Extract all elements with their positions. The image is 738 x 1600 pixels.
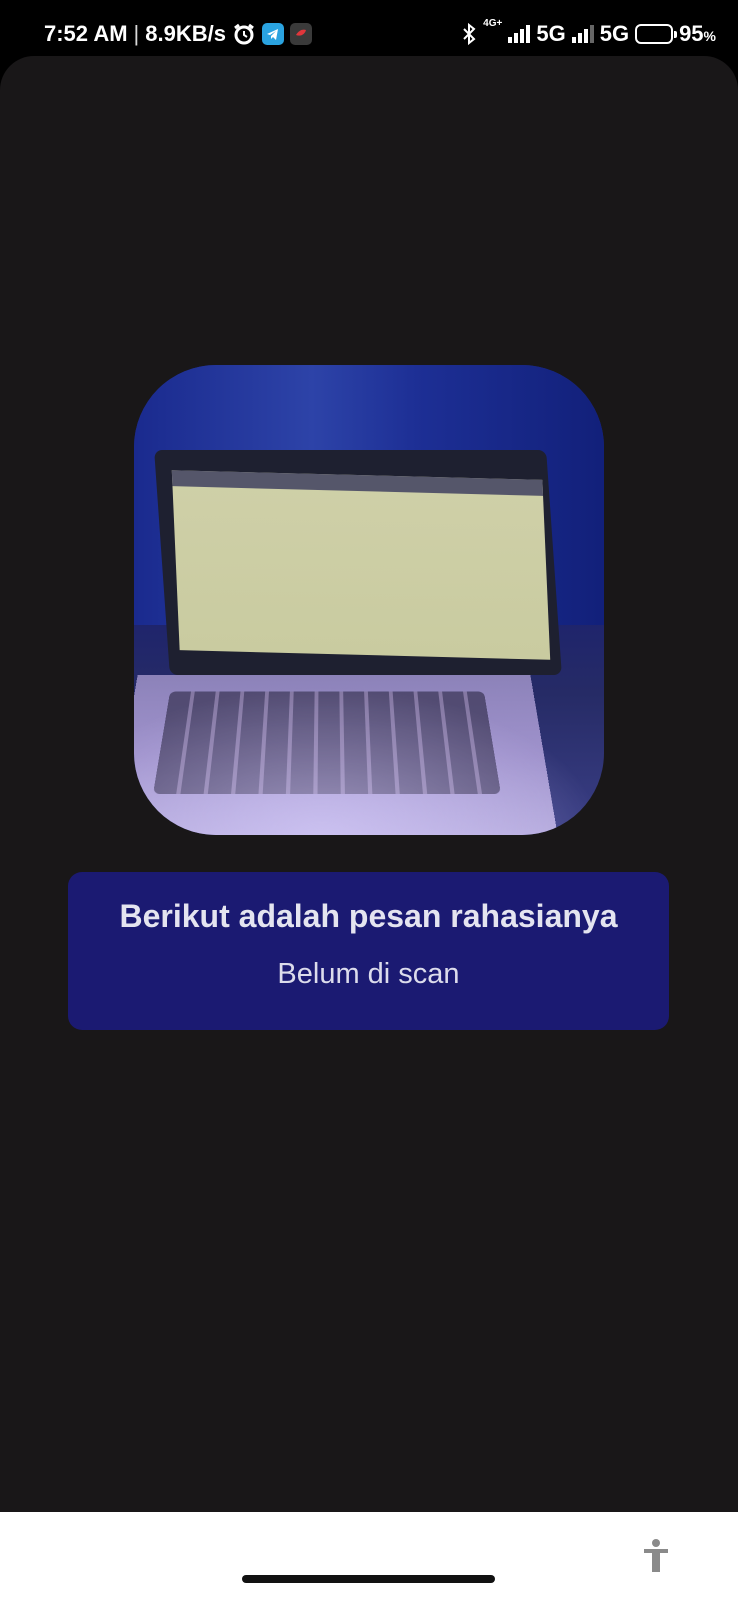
- alarm-icon: [232, 22, 256, 46]
- network-label-2: 5G: [599, 21, 630, 46]
- clock: 7:52 AM: [44, 21, 128, 46]
- photo-glow: [134, 685, 604, 835]
- network-label-1: 5G: [536, 21, 566, 46]
- status-separator: |: [133, 21, 140, 46]
- network-4g-label: 4G+: [483, 18, 503, 29]
- accessibility-icon[interactable]: [641, 1538, 671, 1574]
- telegram-icon: [261, 23, 284, 45]
- battery-value: 95: [679, 21, 704, 46]
- card-message: Belum di scan: [277, 958, 460, 990]
- secret-message-card: Berikut adalah pesan rahasianya Belum di…: [68, 872, 669, 1030]
- navigation-bar: [0, 1512, 738, 1600]
- battery-unit: %: [703, 28, 716, 44]
- scanned-photo: [134, 365, 604, 835]
- laptop-screen: [171, 470, 551, 660]
- card-title: Berikut adalah pesan rahasianya: [119, 898, 618, 934]
- status-left: 7:52 AM | 8.9KB/s: [44, 18, 312, 50]
- net-speed: 8.9KB/s: [145, 21, 226, 46]
- signal-icon-2: [571, 25, 594, 43]
- signal-icon: [508, 25, 531, 43]
- status-right: 4G+ 5G 5G 95%: [461, 18, 716, 50]
- app-notification-icon: [289, 23, 312, 45]
- battery-icon: [635, 24, 678, 44]
- bluetooth-icon: [461, 22, 477, 46]
- home-indicator[interactable]: [242, 1575, 495, 1583]
- battery-percentage: 95%: [679, 21, 716, 47]
